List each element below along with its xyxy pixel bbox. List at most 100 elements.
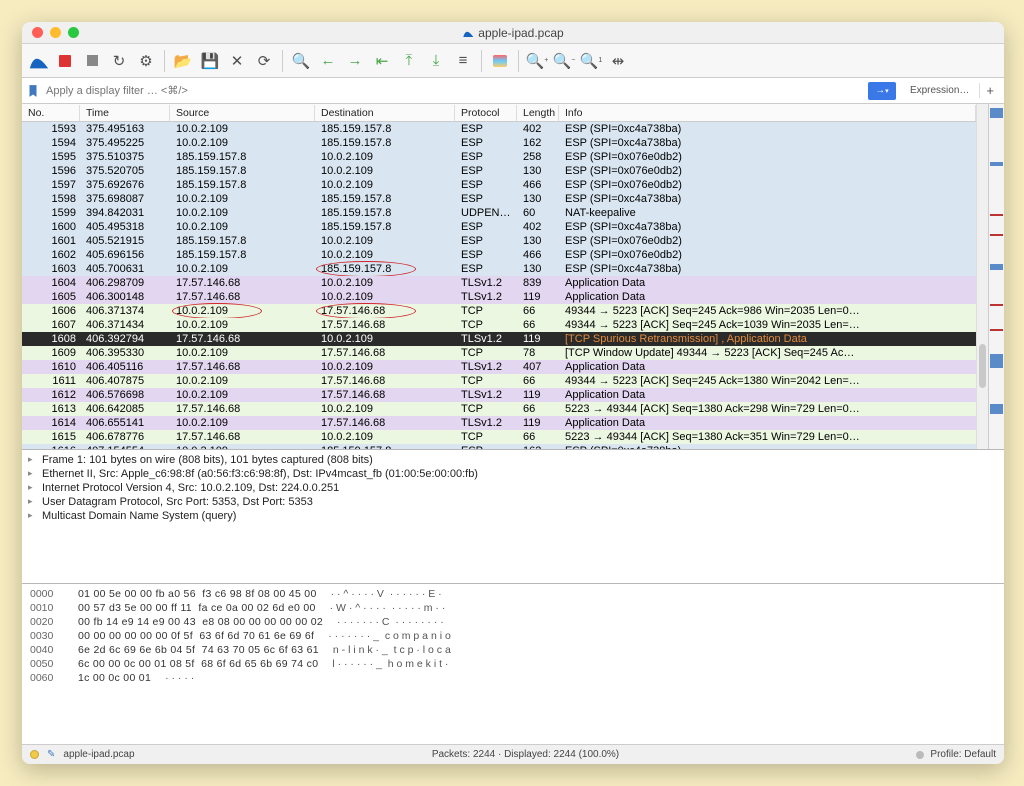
- capture-file-properties-icon[interactable]: ✎: [47, 749, 55, 760]
- packet-row[interactable]: 1610406.40511617.57.146.6810.0.2.109TLSv…: [22, 360, 976, 374]
- packet-row[interactable]: 1600405.49531810.0.2.109185.159.157.8ESP…: [22, 220, 976, 234]
- cell-info: NAT-keepalive: [559, 207, 976, 219]
- packet-row[interactable]: 1611406.40787510.0.2.10917.57.146.68TCP6…: [22, 374, 976, 388]
- go-forward-button[interactable]: →: [343, 49, 367, 73]
- hex-row[interactable]: 000001 00 5e 00 00 fb a0 56 f3 c6 98 8f …: [30, 587, 996, 601]
- hex-row[interactable]: 00601c 00 0c 00 01· · · · ·: [30, 671, 996, 685]
- hex-row[interactable]: 00506c 00 00 0c 00 01 08 5f 68 6f 6d 65 …: [30, 657, 996, 671]
- packet-row[interactable]: 1601405.521915185.159.157.810.0.2.109ESP…: [22, 234, 976, 248]
- auto-scroll-button[interactable]: ≡: [451, 49, 475, 73]
- disclosure-arrow-icon[interactable]: ▸: [28, 454, 38, 465]
- minimap-mark: [990, 108, 1003, 118]
- cell-dst: 10.0.2.109: [315, 333, 455, 345]
- column-header-info[interactable]: Info: [559, 105, 976, 121]
- packet-row[interactable]: 1614406.65514110.0.2.10917.57.146.68TLSv…: [22, 416, 976, 430]
- disclosure-arrow-icon[interactable]: ▸: [28, 468, 38, 479]
- zoom-in-button[interactable]: 🔍+: [525, 49, 549, 73]
- expression-button[interactable]: Expression…: [904, 85, 975, 96]
- hex-row[interactable]: 003000 00 00 00 00 00 0f 5f 63 6f 6d 70 …: [30, 629, 996, 643]
- cell-dst: 185.159.157.8: [315, 123, 455, 135]
- column-header-no[interactable]: No.: [22, 105, 80, 121]
- detail-tree-row[interactable]: ▸Frame 1: 101 bytes on wire (808 bits), …: [28, 453, 998, 467]
- go-to-packet-button[interactable]: ⇤: [370, 49, 394, 73]
- packet-row[interactable]: 1613406.64208517.57.146.6810.0.2.109TCP6…: [22, 402, 976, 416]
- scrollbar-thumb[interactable]: [979, 344, 986, 388]
- cell-info: 5223 → 49344 [ACK] Seq=1380 Ack=351 Win=…: [559, 431, 976, 443]
- packet-row[interactable]: 1604406.29870917.57.146.6810.0.2.109TLSv…: [22, 276, 976, 290]
- packet-row[interactable]: 1606406.37137410.0.2.10917.57.146.68TCP6…: [22, 304, 976, 318]
- column-header-time[interactable]: Time: [80, 105, 170, 121]
- packet-row[interactable]: 1607406.37143410.0.2.10917.57.146.68TCP6…: [22, 318, 976, 332]
- packet-table-body[interactable]: 1593375.49516310.0.2.109185.159.157.8ESP…: [22, 122, 976, 449]
- packet-row[interactable]: 1615406.67877617.57.146.6810.0.2.109TCP6…: [22, 430, 976, 444]
- packet-row[interactable]: 1609406.39533010.0.2.10917.57.146.68TCP7…: [22, 346, 976, 360]
- detail-tree-row[interactable]: ▸Internet Protocol Version 4, Src: 10.0.…: [28, 481, 998, 495]
- cell-dst: 185.159.157.8: [315, 221, 455, 233]
- add-filter-button[interactable]: +: [979, 83, 1000, 98]
- apply-filter-button[interactable]: →▾: [868, 82, 896, 100]
- reload-button[interactable]: ⟳: [252, 49, 276, 73]
- detail-tree-row[interactable]: ▸Multicast Domain Name System (query): [28, 509, 998, 523]
- cell-len: 78: [517, 347, 559, 359]
- packet-row[interactable]: 1596375.520705185.159.157.810.0.2.109ESP…: [22, 164, 976, 178]
- search-icon: 🔍: [292, 52, 311, 70]
- packet-row[interactable]: 1597375.692676185.159.157.810.0.2.109ESP…: [22, 178, 976, 192]
- close-file-button[interactable]: ✕: [225, 49, 249, 73]
- packet-row[interactable]: 1616407.15455410.0.2.109185.159.157.8ESP…: [22, 444, 976, 449]
- disclosure-arrow-icon[interactable]: ▸: [28, 482, 38, 493]
- detail-tree-row[interactable]: ▸User Datagram Protocol, Src Port: 5353,…: [28, 495, 998, 509]
- cell-no: 1611: [22, 375, 80, 387]
- packet-row[interactable]: 1612406.57669810.0.2.10917.57.146.68TLSv…: [22, 388, 976, 402]
- hex-row[interactable]: 001000 57 d3 5e 00 00 ff 11 fa ce 0a 00 …: [30, 601, 996, 615]
- go-back-button[interactable]: ←: [316, 49, 340, 73]
- display-filter-input[interactable]: [44, 83, 864, 99]
- open-file-button[interactable]: 📂: [171, 49, 195, 73]
- expert-info-indicator[interactable]: [30, 750, 39, 759]
- packet-bytes-pane[interactable]: 000001 00 5e 00 00 fb a0 56 f3 c6 98 8f …: [22, 584, 1004, 744]
- packet-row[interactable]: 1598375.69808710.0.2.109185.159.157.8ESP…: [22, 192, 976, 206]
- column-header-length[interactable]: Length: [517, 105, 559, 121]
- disclosure-arrow-icon[interactable]: ▸: [28, 496, 38, 507]
- toolbar-separator: [481, 50, 482, 72]
- hex-row[interactable]: 00406e 2d 6c 69 6e 6b 04 5f 74 63 70 05 …: [30, 643, 996, 657]
- stop-capture-button[interactable]: [80, 49, 104, 73]
- zoom-out-button[interactable]: 🔍−: [552, 49, 576, 73]
- find-button[interactable]: 🔍: [289, 49, 313, 73]
- packet-row[interactable]: 1603405.70063110.0.2.109185.159.157.8ESP…: [22, 262, 976, 276]
- packet-row[interactable]: 1593375.49516310.0.2.109185.159.157.8ESP…: [22, 122, 976, 136]
- cell-no: 1595: [22, 151, 80, 163]
- colorize-button[interactable]: [488, 49, 512, 73]
- cell-dst: 185.159.157.8: [315, 137, 455, 149]
- column-header-destination[interactable]: Destination: [315, 105, 455, 121]
- hex-row[interactable]: 002000 fb 14 e9 14 e9 00 43 e8 08 00 00 …: [30, 615, 996, 629]
- start-capture-button[interactable]: [53, 49, 77, 73]
- minimize-window-button[interactable]: [50, 27, 61, 38]
- packet-row[interactable]: 1602405.696156185.159.157.810.0.2.109ESP…: [22, 248, 976, 262]
- packet-minimap[interactable]: [988, 104, 1004, 449]
- column-header-source[interactable]: Source: [170, 105, 315, 121]
- resize-columns-button[interactable]: ⇹: [606, 49, 630, 73]
- save-file-button[interactable]: 💾: [198, 49, 222, 73]
- go-first-button[interactable]: ⤒: [397, 49, 421, 73]
- cell-no: 1593: [22, 123, 80, 135]
- packet-details-pane[interactable]: ▸Frame 1: 101 bytes on wire (808 bits), …: [22, 450, 1004, 584]
- zoom-window-button[interactable]: [68, 27, 79, 38]
- go-last-button[interactable]: ⤓: [424, 49, 448, 73]
- detail-tree-row[interactable]: ▸Ethernet II, Src: Apple_c6:98:8f (a0:56…: [28, 467, 998, 481]
- bookmark-icon[interactable]: [26, 84, 40, 98]
- vertical-scrollbar[interactable]: [976, 104, 988, 449]
- restart-capture-button[interactable]: ↻: [107, 49, 131, 73]
- zoom-reset-button[interactable]: 🔍1: [579, 49, 603, 73]
- packet-row[interactable]: 1605406.30014817.57.146.6810.0.2.109TLSv…: [22, 290, 976, 304]
- cell-proto: TCP: [455, 305, 517, 317]
- packet-row[interactable]: 1599394.84203110.0.2.109185.159.157.8UDP…: [22, 206, 976, 220]
- packet-row[interactable]: 1594375.49522510.0.2.109185.159.157.8ESP…: [22, 136, 976, 150]
- capture-options-button[interactable]: ⚙: [134, 49, 158, 73]
- packet-row[interactable]: 1595375.510375185.159.157.810.0.2.109ESP…: [22, 150, 976, 164]
- close-window-button[interactable]: [32, 27, 43, 38]
- status-profile-label[interactable]: Profile: Default: [930, 749, 996, 760]
- cell-dst: 10.0.2.109: [315, 249, 455, 261]
- disclosure-arrow-icon[interactable]: ▸: [28, 510, 38, 521]
- column-header-protocol[interactable]: Protocol: [455, 105, 517, 121]
- packet-row[interactable]: 1608406.39279417.57.146.6810.0.2.109TLSv…: [22, 332, 976, 346]
